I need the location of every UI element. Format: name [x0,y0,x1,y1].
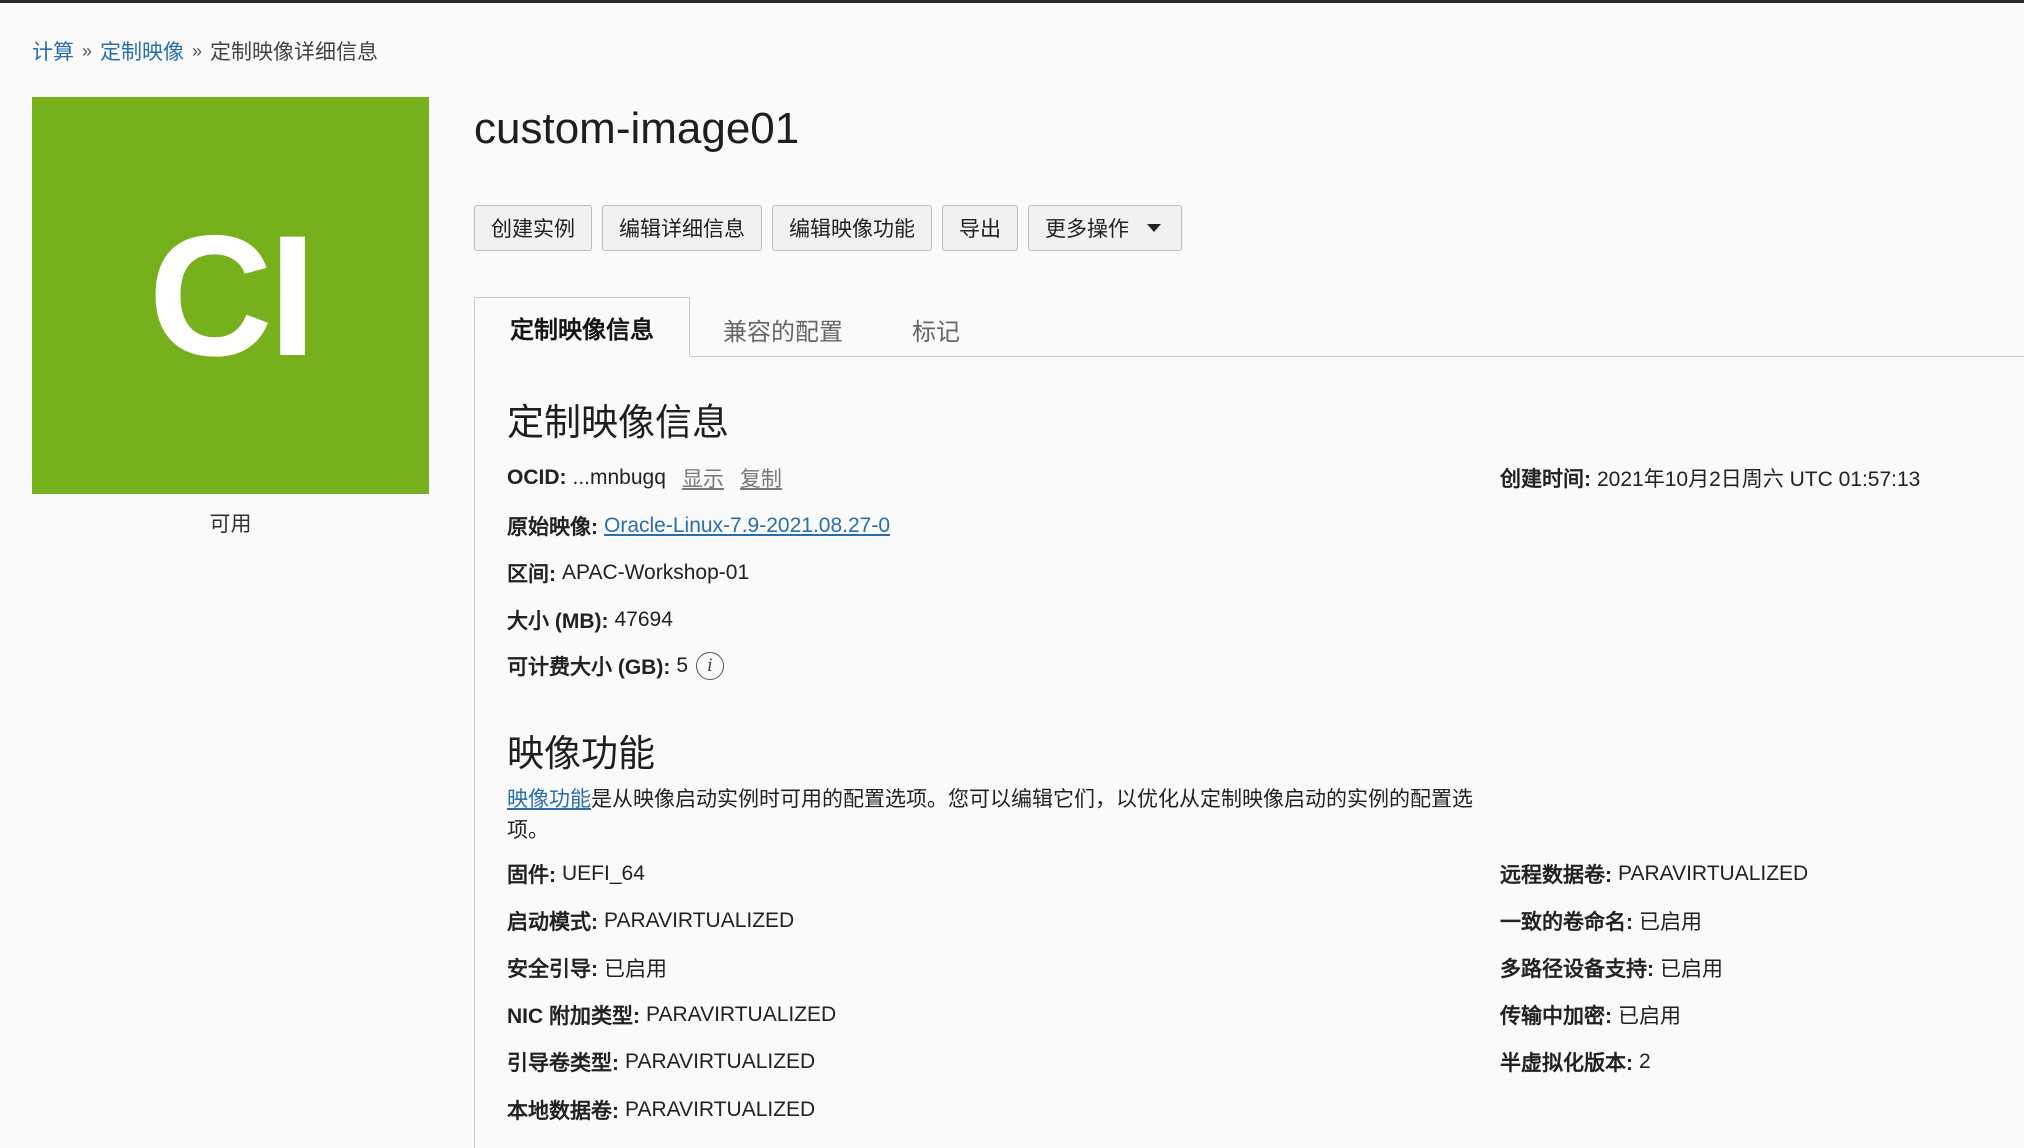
local-data-volume-row: 本地数据卷: PARAVIRTUALIZED [507,1095,815,1125]
nic-attachment-value: PARAVIRTUALIZED [646,1003,837,1026]
secure-boot-label: 安全引导: [507,958,598,981]
breadcrumb-separator: » [192,40,203,61]
breadcrumb-custom-images-link[interactable]: 定制映像 [100,36,184,66]
compartment-value: APAC-Workshop-01 [562,561,750,584]
multipath-support-value: 已启用 [1660,958,1723,981]
page-title: custom-image01 [474,104,800,153]
chevron-down-icon [1147,224,1161,232]
consistent-volume-naming-value: 已启用 [1639,911,1702,934]
edit-image-capabilities-button[interactable]: 编辑映像功能 [772,205,932,251]
multipath-support-row: 多路径设备支持: 已启用 [1500,953,1723,983]
breadcrumb-compute-link[interactable]: 计算 [32,36,74,66]
nic-attachment-row: NIC 附加类型: PARAVIRTUALIZED [507,1000,836,1030]
base-image-row: 原始映像: Oracle-Linux-7.9-2021.08.27-0 [507,511,890,541]
create-instance-button[interactable]: 创建实例 [474,205,592,251]
breadcrumb: 计算 » 定制映像 » 定制映像详细信息 [32,36,378,66]
billable-size-label: 可计费大小 (GB): [507,656,671,679]
billable-size-row: 可计费大小 (GB): 5 i [507,651,725,681]
boot-volume-type-value: PARAVIRTUALIZED [625,1050,816,1073]
launch-mode-label: 启动模式: [507,911,598,934]
breadcrumb-current: 定制映像详细信息 [210,41,379,64]
created-value: 2021年10月2日周六 UTC 01:57:13 [1597,468,1921,491]
remote-data-volume-value: PARAVIRTUALIZED [1618,862,1809,885]
top-border [0,0,2024,3]
launch-mode-row: 启动模式: PARAVIRTUALIZED [507,906,794,936]
firmware-row: 固件: UEFI_64 [507,859,645,889]
firmware-label: 固件: [507,864,556,887]
image-capabilities-link[interactable]: 映像功能 [507,788,591,811]
in-transit-encryption-value: 已启用 [1618,1005,1681,1028]
in-transit-encryption-label: 传输中加密: [1500,1005,1612,1028]
export-button[interactable]: 导出 [942,205,1018,251]
boot-volume-type-label: 引导卷类型: [507,1052,619,1075]
firmware-value: UEFI_64 [562,862,645,885]
size-row: 大小 (MB): 47694 [507,605,673,635]
compartment-row: 区间: APAC-Workshop-01 [507,558,749,588]
secure-boot-row: 安全引导: 已启用 [507,953,667,983]
copy-ocid-link[interactable]: 复制 [740,463,782,493]
tabs-divider [474,356,2024,357]
local-data-volume-value: PARAVIRTUALIZED [625,1098,816,1121]
tab-custom-image-info[interactable]: 定制映像信息 [474,297,690,357]
action-toolbar: 创建实例 编辑详细信息 编辑映像功能 导出 更多操作 [474,205,1182,251]
lifecycle-state: 可用 [209,513,252,536]
tab-tags[interactable]: 标记 [912,312,960,347]
capabilities-description-text: 是从映像启动实例时可用的配置选项。您可以编辑它们，以优化从定制映像启动的实例的配… [507,788,1473,842]
consistent-volume-naming-row: 一致的卷命名: 已启用 [1500,906,1702,936]
created-label: 创建时间: [1500,468,1591,491]
section-heading-image-capabilities: 映像功能 [507,733,655,774]
launch-mode-value: PARAVIRTUALIZED [604,909,795,932]
breadcrumb-separator: » [82,40,93,61]
ocid-value: ...mnbugq [572,466,666,489]
secure-boot-value: 已启用 [604,958,667,981]
local-data-volume-label: 本地数据卷: [507,1100,619,1123]
image-status-tile: CI [32,97,429,494]
consistent-volume-naming-label: 一致的卷命名: [1500,911,1633,934]
paravirtualization-version-label: 半虚拟化版本: [1500,1052,1633,1075]
content-left-border [474,356,475,1148]
compartment-label: 区间: [507,563,556,586]
created-row: 创建时间: 2021年10月2日周六 UTC 01:57:13 [1500,463,1920,493]
paravirtualization-version-value: 2 [1639,1050,1651,1073]
billable-size-value: 5 [676,654,689,677]
ocid-row: OCID: ...mnbugq 显示 复制 [507,463,782,493]
more-actions-button[interactable]: 更多操作 [1028,205,1182,251]
section-heading-image-info: 定制映像信息 [507,402,729,443]
size-value: 47694 [614,608,673,631]
tab-compatible-shapes[interactable]: 兼容的配置 [723,312,843,347]
nic-attachment-label: NIC 附加类型: [507,1005,640,1028]
in-transit-encryption-row: 传输中加密: 已启用 [1500,1000,1681,1030]
remote-data-volume-label: 远程数据卷: [1500,864,1612,887]
info-icon[interactable]: i [696,652,725,680]
multipath-support-label: 多路径设备支持: [1500,958,1654,981]
base-image-label: 原始映像: [507,516,598,539]
boot-volume-type-row: 引导卷类型: PARAVIRTUALIZED [507,1047,815,1077]
base-image-link[interactable]: Oracle-Linux-7.9-2021.08.27-0 [604,514,890,538]
image-abbreviation: CI [148,199,317,392]
capabilities-description: 映像功能是从映像启动实例时可用的配置选项。您可以编辑它们，以优化从定制映像启动的… [507,784,1487,846]
edit-details-button[interactable]: 编辑详细信息 [602,205,762,251]
paravirtualization-version-row: 半虚拟化版本: 2 [1500,1047,1651,1077]
remote-data-volume-row: 远程数据卷: PARAVIRTUALIZED [1500,859,1808,889]
show-ocid-link[interactable]: 显示 [682,463,724,493]
ocid-label: OCID: [507,466,567,489]
size-label: 大小 (MB): [507,610,609,633]
more-actions-label: 更多操作 [1045,218,1129,241]
